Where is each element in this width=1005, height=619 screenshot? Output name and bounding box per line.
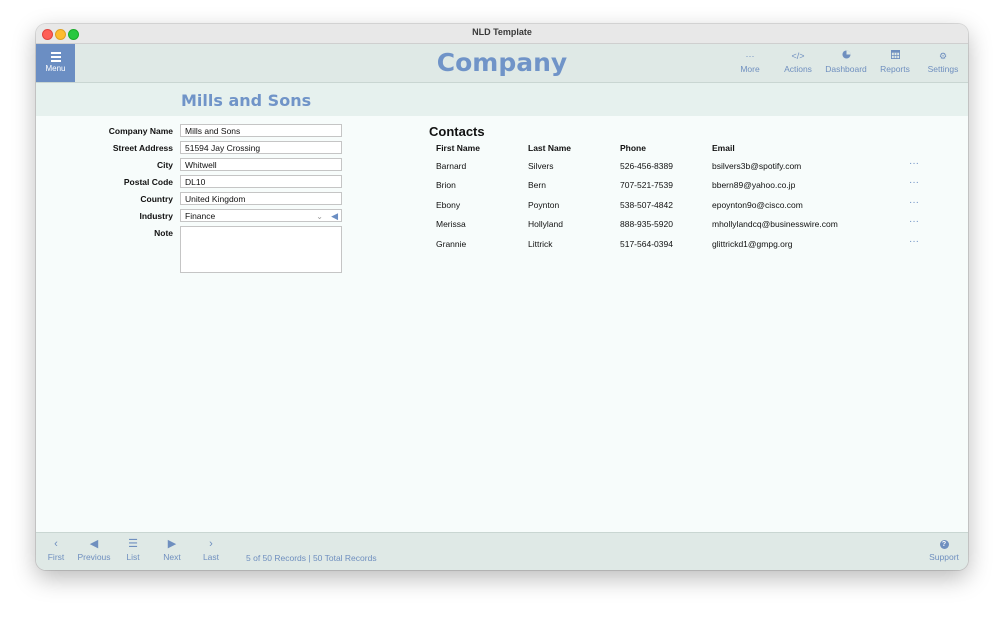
company-name-label: Company Name <box>108 126 173 136</box>
column-header-email: Email <box>712 143 735 153</box>
first-label: First <box>47 552 65 562</box>
reports-button[interactable]: Reports <box>870 50 920 74</box>
first-record-button[interactable]: ‹ First <box>38 538 74 562</box>
footer-bar: ‹ First ◀ Previous ☰ List ▶ Next › Last … <box>36 532 968 570</box>
window-title: NLD Template <box>472 27 532 37</box>
contact-email: bbern89@yahoo.co.jp <box>712 180 796 190</box>
column-header-phone: Phone <box>620 143 646 153</box>
record-header: Mills and Sons <box>36 83 968 116</box>
contact-first-name: Barnard <box>436 161 467 171</box>
calendar-icon <box>870 50 920 62</box>
previous-label: Previous <box>77 552 111 562</box>
street-address-label: Street Address <box>112 143 173 153</box>
contact-email: glittrickd1@gmpg.org <box>712 239 793 249</box>
contact-first-name: Grannie <box>436 239 467 249</box>
chevron-right-icon: › <box>209 538 213 550</box>
contact-first-name: Merissa <box>436 219 466 229</box>
row-more-icon[interactable]: ··· <box>909 216 919 227</box>
contact-last-name: Bern <box>528 180 546 190</box>
contacts-title: Contacts <box>429 124 485 139</box>
company-name-field[interactable]: Mills and Sons <box>180 124 342 137</box>
pie-chart-icon <box>821 50 871 62</box>
next-record-button[interactable]: ▶ Next <box>154 538 190 562</box>
title-bar: NLD Template <box>36 24 968 44</box>
list-label: List <box>126 552 140 562</box>
last-record-button[interactable]: › Last <box>193 538 229 562</box>
column-header-first-name: First Name <box>436 143 480 153</box>
street-address-row: Street Address 51594 Jay Crossing <box>36 141 346 155</box>
actions-button[interactable]: </> Actions <box>773 50 823 74</box>
chevron-left-icon: ‹ <box>54 538 58 550</box>
more-button[interactable]: ··· More <box>725 50 775 74</box>
record-title: Mills and Sons <box>181 91 312 110</box>
contact-row[interactable]: Brion Bern 707-521-7539 bbern89@yahoo.co… <box>36 177 968 197</box>
main-content: Company Name Mills and Sons Street Addre… <box>36 116 968 532</box>
settings-label: Settings <box>927 64 959 74</box>
contact-last-name: Silvers <box>528 161 554 171</box>
contact-email: epoynton9o@cisco.com <box>712 200 803 210</box>
list-icon: ☰ <box>128 538 138 550</box>
contact-phone: 707-521-7539 <box>620 180 673 190</box>
contact-phone: 538-507-4842 <box>620 200 673 210</box>
contact-row[interactable]: Barnard Silvers 526-456-8389 bsilvers3b@… <box>36 158 968 178</box>
contact-last-name: Poynton <box>528 200 560 210</box>
support-button[interactable]: ? Support <box>922 538 966 562</box>
record-status: 5 of 50 Records | 50 Total Records <box>246 553 377 563</box>
row-more-icon[interactable]: ··· <box>909 236 919 247</box>
gear-icon: ⚙ <box>938 51 948 61</box>
contact-last-name: Littrick <box>528 239 553 249</box>
triangle-left-icon: ◀ <box>89 538 99 550</box>
row-more-icon[interactable]: ··· <box>909 158 919 169</box>
support-label: Support <box>929 552 959 562</box>
row-more-icon[interactable]: ··· <box>909 177 919 188</box>
code-icon: </> <box>791 51 805 61</box>
settings-button[interactable]: ⚙ Settings <box>918 50 968 74</box>
contact-first-name: Brion <box>436 180 456 190</box>
more-label: More <box>740 64 760 74</box>
actions-label: Actions <box>784 64 812 74</box>
contact-row[interactable]: Ebony Poynton 538-507-4842 epoynton9o@ci… <box>36 197 968 217</box>
last-label: Last <box>202 552 220 562</box>
ellipsis-icon: ··· <box>745 51 755 61</box>
previous-record-button[interactable]: ◀ Previous <box>76 538 112 562</box>
contact-last-name: Hollyland <box>528 219 563 229</box>
contact-email: mhollylandcq@businesswire.com <box>712 219 838 229</box>
column-header-last-name: Last Name <box>528 143 571 153</box>
street-address-field[interactable]: 51594 Jay Crossing <box>180 141 342 154</box>
contact-row[interactable]: Merissa Hollyland 888-935-5920 mhollylan… <box>36 216 968 236</box>
contact-phone: 526-456-8389 <box>620 161 673 171</box>
dashboard-button[interactable]: Dashboard <box>821 50 871 74</box>
contact-first-name: Ebony <box>436 200 461 210</box>
next-label: Next <box>163 552 181 562</box>
list-view-button[interactable]: ☰ List <box>115 538 151 562</box>
row-more-icon[interactable]: ··· <box>909 197 919 208</box>
app-window: NLD Template Menu Company ··· More </> A… <box>36 24 968 570</box>
help-icon: ? <box>939 540 949 549</box>
company-name-row: Company Name Mills and Sons <box>36 124 346 138</box>
contact-email: bsilvers3b@spotify.com <box>712 161 802 171</box>
dashboard-label: Dashboard <box>825 64 867 74</box>
contact-phone: 888-935-5920 <box>620 219 673 229</box>
contact-row[interactable]: Grannie Littrick 517-564-0394 glittrickd… <box>36 236 968 256</box>
contact-phone: 517-564-0394 <box>620 239 673 249</box>
header-bar: Menu Company ··· More </> Actions Dashbo… <box>36 44 968 83</box>
triangle-right-icon: ▶ <box>167 538 177 550</box>
reports-label: Reports <box>880 64 910 74</box>
